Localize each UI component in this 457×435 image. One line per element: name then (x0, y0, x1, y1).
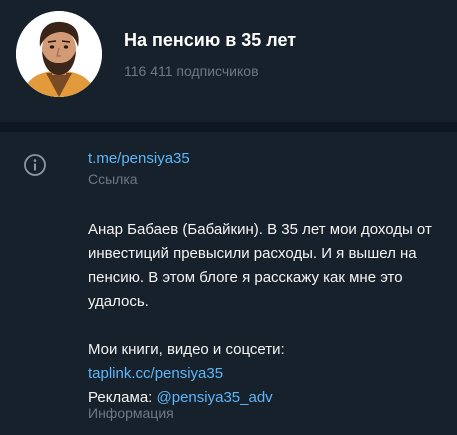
channel-avatar[interactable] (16, 11, 102, 97)
links-heading: Мои книги, видео и соцсети: (88, 341, 285, 358)
description-text: Анар Бабаев (Бабайкин). В 35 лет мои дох… (88, 221, 432, 310)
channel-description: Анар Бабаев (Бабайкин). В 35 лет мои дох… (88, 218, 448, 410)
taplink-link[interactable]: taplink.cc/pensiya35 (88, 365, 223, 382)
channel-info: t.me/pensiya35 Ссылка Анар Бабаев (Бабай… (88, 149, 448, 410)
info-circle-icon (23, 153, 47, 177)
section-divider (0, 122, 457, 132)
link-caption: Ссылка (88, 171, 138, 187)
channel-link[interactable]: t.me/pensiya35 (88, 149, 448, 169)
info-caption: Информация (88, 405, 174, 421)
channel-title: На пенсию в 35 лет (124, 30, 297, 50)
subscriber-count: 116 411 подписчиков (124, 63, 259, 79)
channel-header: На пенсию в 35 лет 116 411 подписчиков (0, 0, 457, 122)
ads-handle-link[interactable]: @pensiya35_adv (157, 389, 273, 406)
